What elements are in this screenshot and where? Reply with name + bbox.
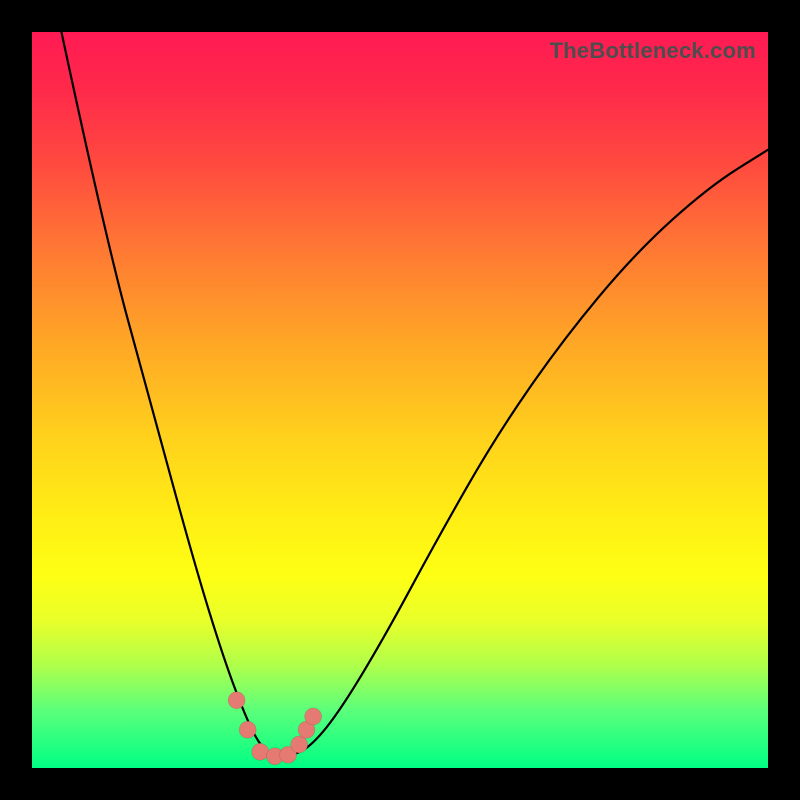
marker-point xyxy=(228,692,245,709)
marker-point xyxy=(305,708,322,725)
marker-point xyxy=(239,721,256,738)
marker-point xyxy=(291,736,308,753)
bottleneck-curve xyxy=(61,32,768,757)
plot-area: TheBottleneck.com xyxy=(32,32,768,768)
marker-group xyxy=(228,692,322,765)
chart-frame: TheBottleneck.com xyxy=(0,0,800,800)
chart-svg xyxy=(32,32,768,768)
marker-point xyxy=(252,743,269,760)
